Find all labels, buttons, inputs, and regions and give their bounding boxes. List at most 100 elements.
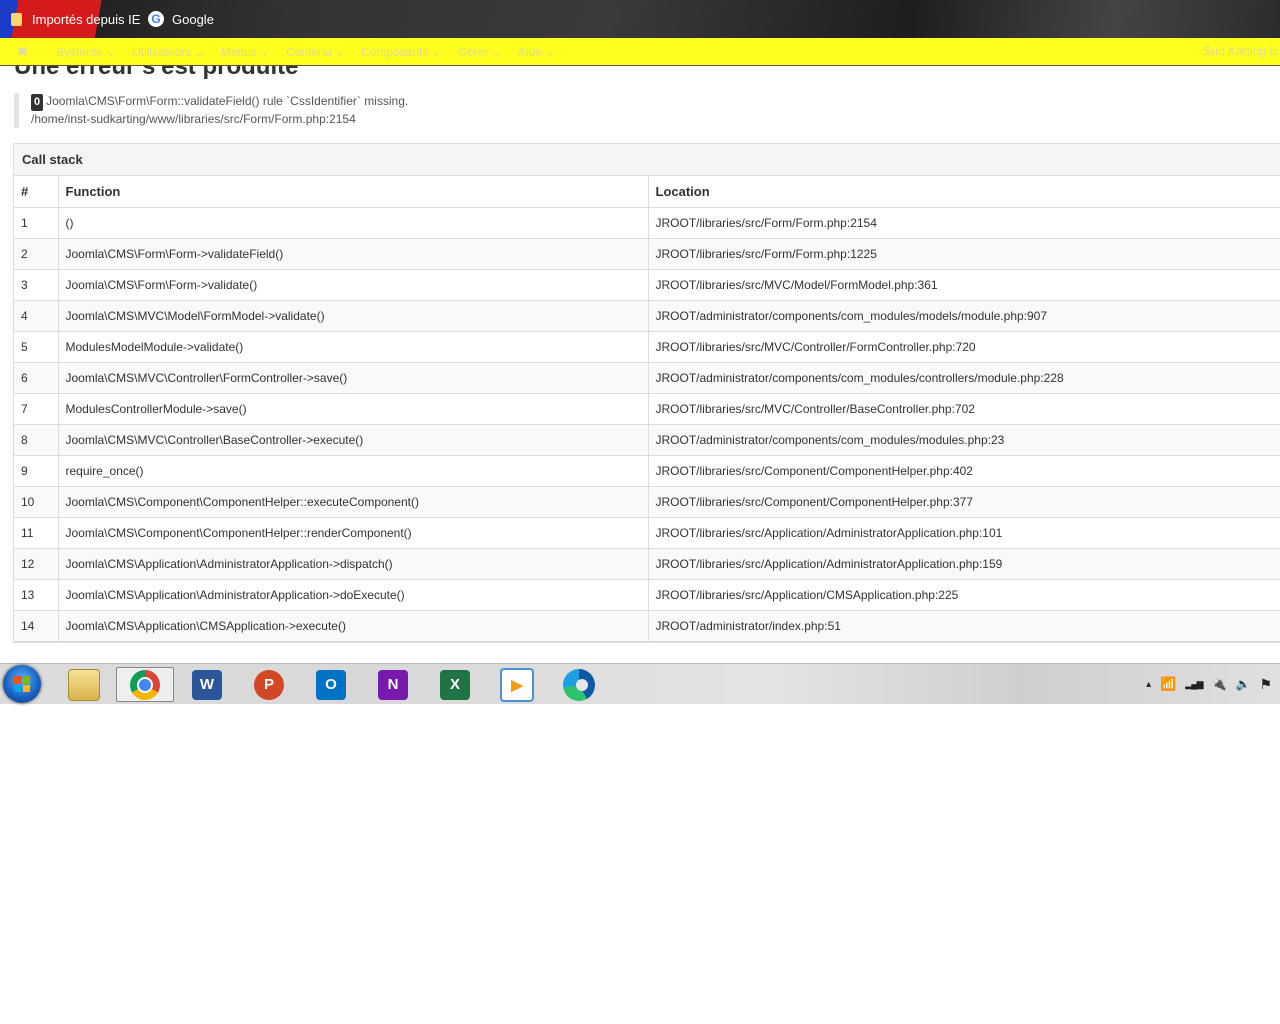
bookmarks-bar: Importés depuis IE G Google — [0, 0, 1280, 38]
bookmark-google[interactable]: G Google — [148, 0, 214, 38]
row-number: 6 — [14, 362, 59, 394]
menu-users[interactable]: Utilisateurs ⌄ — [132, 45, 205, 59]
site-link[interactable]: Sud Karting ⧉ — [1203, 38, 1278, 65]
menu-help[interactable]: Aide ⌄ — [518, 45, 555, 59]
row-location: JROOT/libraries/src/Component/ComponentH… — [648, 486, 1280, 518]
row-location: JROOT/libraries/src/Application/Administ… — [648, 548, 1280, 580]
start-button[interactable] — [3, 665, 41, 703]
system-tray: ▴ 📶 ▂▄▆ 🔌 🔈 ⚑ — [1146, 664, 1272, 704]
taskbar-word[interactable]: W — [178, 667, 236, 702]
error-code-badge: 0 — [31, 94, 44, 111]
menu-system[interactable]: Système ⌄ — [56, 45, 116, 59]
edge-icon — [563, 668, 595, 701]
error-path: /home/inst-sudkarting/www/libraries/src/… — [31, 112, 356, 126]
taskbar-edge[interactable] — [550, 667, 608, 702]
error-text: Joomla\CMS\Form\Form::validateField() ru… — [46, 94, 409, 108]
outlook-icon: O — [316, 669, 346, 700]
row-number: 12 — [14, 548, 59, 580]
admin-navbar: ✖ Système ⌄ Utilisateurs ⌄ Menus ⌄ Conte… — [0, 38, 1280, 66]
table-row: 12 Joomla\CMS\Application\AdministratorAp… — [14, 548, 1280, 580]
taskbar-chrome[interactable] — [116, 667, 174, 702]
excel-icon: X — [440, 669, 470, 700]
admin-menu: Système ⌄ Utilisateurs ⌄ Menus ⌄ Contenu… — [56, 38, 571, 65]
row-number: 2 — [14, 238, 59, 270]
row-function: Joomla\CMS\Form\Form->validate() — [58, 269, 649, 301]
menu-content[interactable]: Contenu ⌄ — [286, 45, 345, 59]
taskbar-powerpoint[interactable]: P — [240, 667, 298, 702]
windows-taskbar: W P O N X ▶ ▴ 📶 ▂▄▆ 🔌 🔈 ⚑ — [0, 663, 1280, 704]
row-number: 4 — [14, 300, 59, 332]
taskbar-outlook[interactable]: O — [302, 667, 360, 702]
table-row: 10 Joomla\CMS\Component\ComponentHelper::… — [14, 486, 1280, 518]
signal-icon[interactable]: ▂▄▆ — [1185, 679, 1203, 690]
joomla-logo-icon[interactable]: ✖ — [17, 44, 28, 60]
call-stack-caption: Call stack — [14, 144, 1280, 176]
windows-logo-icon — [14, 676, 30, 692]
row-function: Joomla\CMS\MVC\Controller\BaseController… — [58, 424, 649, 456]
row-location: JROOT/administrator/components/com_modul… — [648, 424, 1280, 456]
row-function: ModulesControllerModule->save() — [58, 393, 649, 425]
row-function: Joomla\CMS\Application\AdministratorAppl… — [58, 579, 649, 611]
menu-components[interactable]: Composants ⌄ — [361, 45, 442, 59]
row-function: Joomla\CMS\Component\ComponentHelper::re… — [58, 517, 649, 549]
row-number: 1 — [14, 207, 59, 239]
show-hidden-icons-icon[interactable]: ▴ — [1146, 679, 1151, 690]
table-row: 14 Joomla\CMS\Application\CMSApplication-… — [14, 610, 1280, 642]
row-number: 13 — [14, 579, 59, 611]
taskbar-excel[interactable]: X — [426, 667, 484, 702]
explorer-icon — [68, 668, 100, 701]
table-row: 5 ModulesModelModule->validate() JROOT/lib… — [14, 331, 1280, 363]
word-icon: W — [192, 669, 222, 700]
bookmark-folder-ie[interactable]: Importés depuis IE — [11, 0, 140, 38]
row-location: JROOT/libraries/src/Form/Form.php:2154 — [648, 207, 1280, 239]
column-header-location: Location — [648, 176, 1280, 208]
row-location: JROOT/libraries/src/Application/Administ… — [648, 517, 1280, 549]
row-location: JROOT/libraries/src/MVC/Controller/FormC… — [648, 331, 1280, 363]
bookmark-label: Importés depuis IE — [32, 11, 141, 27]
row-location: JROOT/libraries/src/MVC/Model/FormModel.… — [648, 269, 1280, 301]
table-row: 1() JROOT/libraries/src/Form/Form.php:215… — [14, 207, 1280, 239]
folder-icon — [11, 12, 22, 26]
row-number: 5 — [14, 331, 59, 363]
action-center-flag-icon[interactable]: ⚑ — [1259, 676, 1272, 693]
row-number: 10 — [14, 486, 59, 518]
table-row: 6 Joomla\CMS\MVC\Controller\FormControlle… — [14, 362, 1280, 394]
table-row: 9 require_once() JROOT/libraries/src/Compo… — [14, 455, 1280, 487]
row-function: Joomla\CMS\Application\AdministratorAppl… — [58, 548, 649, 580]
row-function: () — [58, 207, 649, 239]
table-row: 13 Joomla\CMS\Application\AdministratorAp… — [14, 579, 1280, 611]
network-icon[interactable]: 📶 — [1160, 676, 1176, 692]
row-location: JROOT/libraries/src/MVC/Controller/BaseC… — [648, 393, 1280, 425]
table-row: 7 ModulesControllerModule->save() JROOT/li… — [14, 393, 1280, 425]
row-location: JROOT/administrator/components/com_modul… — [648, 362, 1280, 394]
menu-menus[interactable]: Menus ⌄ — [221, 45, 270, 59]
row-number: 9 — [14, 455, 59, 487]
volume-icon[interactable]: 🔈 — [1235, 677, 1250, 691]
powerpoint-icon: P — [254, 669, 284, 700]
menu-manage[interactable]: Gérer ⌄ — [458, 45, 502, 59]
table-row: 11 Joomla\CMS\Component\ComponentHelper::… — [14, 517, 1280, 549]
taskbar-onenote[interactable]: N — [364, 667, 422, 702]
row-function: Joomla\CMS\Application\CMSApplication->e… — [58, 610, 649, 642]
google-icon: G — [148, 11, 164, 27]
row-location: JROOT/libraries/src/Form/Form.php:1225 — [648, 238, 1280, 270]
power-icon[interactable]: 🔌 — [1212, 677, 1227, 691]
row-function: Joomla\CMS\MVC\Model\FormModel->validate… — [58, 300, 649, 332]
table-row: 3 Joomla\CMS\Form\Form->validate() JROOT/l… — [14, 269, 1280, 301]
taskbar-explorer[interactable] — [55, 667, 113, 702]
row-number: 7 — [14, 393, 59, 425]
taskbar-media-player[interactable]: ▶ — [488, 667, 546, 702]
call-stack-table: Call stack # Function Location 1() JROOT/… — [13, 143, 1280, 643]
table-header-row: # Function Location — [14, 176, 1280, 208]
row-function: Joomla\CMS\Form\Form->validateField() — [58, 238, 649, 270]
column-header-number: # — [14, 176, 59, 208]
row-function: require_once() — [58, 455, 649, 487]
row-location: JROOT/administrator/components/com_modul… — [648, 300, 1280, 332]
row-number: 8 — [14, 424, 59, 456]
media-player-icon: ▶ — [500, 667, 534, 702]
row-location: JROOT/administrator/index.php:51 — [648, 610, 1280, 642]
table-row: 4 Joomla\CMS\MVC\Model\FormModel->validat… — [14, 300, 1280, 332]
table-row: 2 Joomla\CMS\Form\Form->validateField() JR… — [14, 238, 1280, 270]
row-number: 14 — [14, 610, 59, 642]
row-location: JROOT/libraries/src/Application/CMSAppli… — [648, 579, 1280, 611]
